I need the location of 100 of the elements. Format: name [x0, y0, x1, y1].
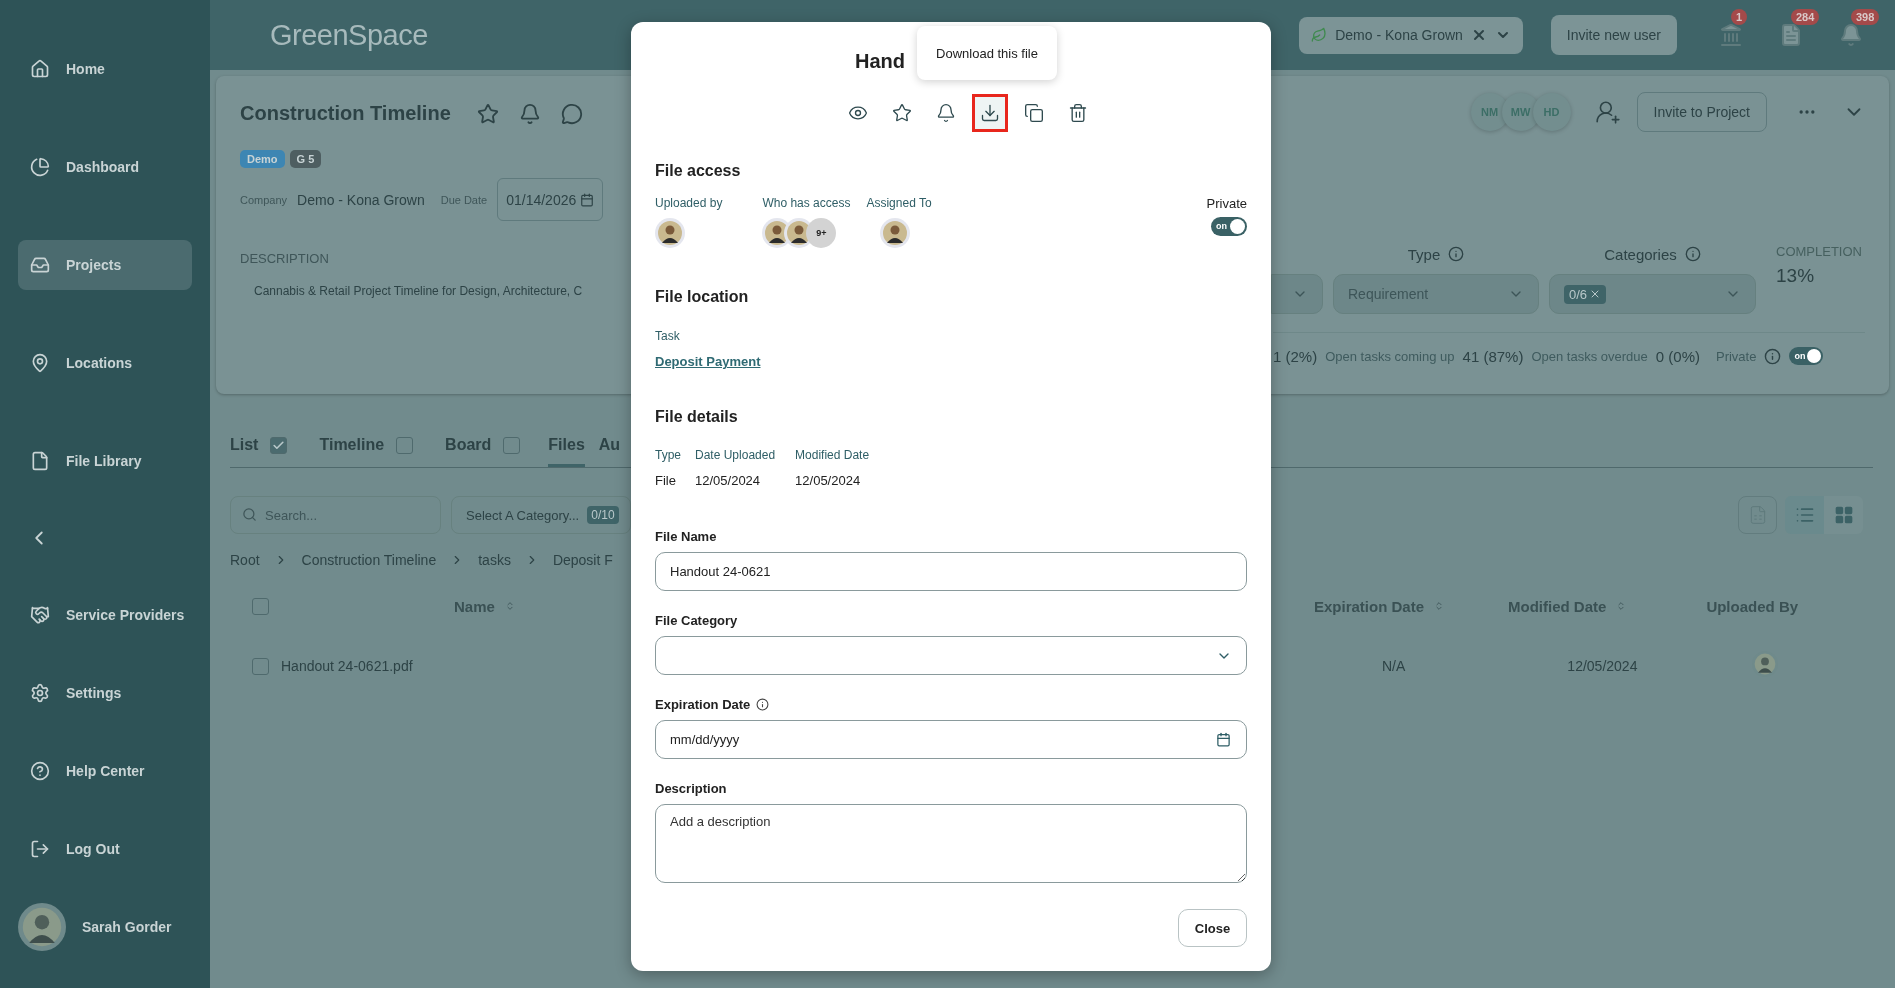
- stat-label: Open tasks coming up: [1325, 348, 1455, 364]
- download-button[interactable]: [972, 94, 1008, 132]
- home-icon: [30, 59, 50, 79]
- breadcrumb-link[interactable]: Construction Timeline: [301, 552, 437, 568]
- tag: Demo: [240, 150, 285, 168]
- task-link[interactable]: Deposit Payment: [655, 354, 761, 369]
- tooltip: Download this file: [917, 26, 1057, 80]
- sidebar-item[interactable]: Dashboard: [18, 142, 192, 192]
- toggle-switch[interactable]: on: [1789, 347, 1824, 365]
- avatar-icon: [18, 903, 66, 951]
- document-icon[interactable]: [1779, 23, 1803, 47]
- toggle-switch[interactable]: on: [1211, 217, 1247, 236]
- avatar-icon: [880, 218, 911, 248]
- completion-value: 13%: [1776, 265, 1816, 287]
- bell-icon[interactable]: [518, 102, 541, 125]
- sidebar-item[interactable]: File Library: [18, 436, 192, 486]
- file-icon: [30, 451, 50, 471]
- breadcrumb-link[interactable]: tasks: [478, 552, 511, 568]
- trash-icon: [1068, 103, 1088, 123]
- checkbox[interactable]: [252, 657, 269, 675]
- add-user-icon[interactable]: [1594, 99, 1621, 125]
- field-value: 12/05/2024: [695, 473, 762, 488]
- column-header[interactable]: Expiration Date: [1314, 597, 1425, 615]
- tab[interactable]: Files: [548, 436, 585, 467]
- breadcrumb-link[interactable]: Root: [230, 552, 260, 568]
- bank-icon[interactable]: [1719, 23, 1743, 47]
- comment-icon[interactable]: [560, 102, 583, 125]
- field-label: Description: [655, 781, 728, 796]
- tab[interactable]: Board: [445, 436, 521, 467]
- column-header: Uploaded By: [1706, 597, 1799, 615]
- sidebar-item[interactable]: Log Out: [18, 824, 192, 874]
- field-label: Task: [655, 329, 681, 343]
- sidebar-item[interactable]: Settings: [18, 668, 192, 718]
- field-label: Company: [240, 193, 288, 206]
- help-icon: [30, 761, 50, 781]
- sidebar-item[interactable]: Home: [18, 44, 192, 94]
- field-label: File Name: [655, 529, 718, 544]
- invite-project-button[interactable]: Invite to Project: [1636, 92, 1767, 132]
- checkbox[interactable]: [503, 436, 521, 454]
- field-label: File Category: [655, 613, 739, 628]
- star-icon[interactable]: [476, 102, 499, 125]
- field-label: Type: [655, 448, 681, 462]
- date-field[interactable]: 01/14/2026: [497, 178, 604, 221]
- count-badge: 284: [1791, 9, 1820, 25]
- project-title: Construction Timeline: [240, 102, 451, 125]
- more-count[interactable]: 9+: [806, 218, 837, 248]
- calendar-icon: [580, 192, 595, 207]
- map-pin-icon: [30, 353, 50, 373]
- table-cell: 12/05/2024: [1567, 658, 1638, 674]
- sidebar-item[interactable]: Service Providers: [18, 590, 192, 640]
- user-name[interactable]: Sarah Gorder: [82, 919, 172, 935]
- sidebar-item[interactable]: Help Center: [18, 746, 192, 796]
- bell-icon[interactable]: [1839, 23, 1863, 47]
- file-name[interactable]: Handout 24-0621.pdf: [281, 658, 413, 674]
- categories-select[interactable]: 0/6: [1549, 274, 1756, 314]
- count-badge: 398: [1851, 9, 1880, 25]
- input-field[interactable]: Handout 24-0621: [655, 552, 1247, 591]
- toggle-label: on: [1216, 222, 1227, 231]
- stat-value: 0 (0%): [1655, 347, 1700, 365]
- field-value: 12/05/2024: [795, 473, 862, 488]
- section-label: DESCRIPTION: [240, 251, 330, 266]
- sidebar-item[interactable]: Projects: [18, 240, 192, 290]
- checkbox[interactable]: [396, 436, 414, 454]
- company-select[interactable]: Demo - Kona Grown: [1299, 16, 1523, 54]
- table-cell: N/A: [1382, 658, 1406, 674]
- close-button[interactable]: Close: [1178, 909, 1247, 947]
- column-header[interactable]: Modified Date: [1508, 597, 1607, 615]
- copy-icon: [1024, 103, 1044, 123]
- info-icon[interactable]: [756, 698, 770, 711]
- leaf-icon: [1311, 27, 1328, 43]
- company-name: Demo - Kona Grown: [297, 191, 425, 208]
- section-heading: File location: [655, 288, 750, 306]
- calendar-icon[interactable]: [1216, 732, 1231, 747]
- invite-user-button[interactable]: Invite new user: [1550, 15, 1677, 55]
- breadcrumb-link[interactable]: Deposit F: [552, 552, 613, 568]
- text-area[interactable]: Add a description: [655, 804, 1247, 883]
- grid-view-button[interactable]: [1824, 496, 1863, 534]
- star-icon: [892, 103, 912, 123]
- description-text: Cannabis & Retail Project Timeline for Design, Architecture, C: [254, 284, 584, 298]
- tab[interactable]: List: [230, 436, 288, 467]
- date-field[interactable]: mm/dd/yyyy: [655, 720, 1247, 759]
- section-heading: File details: [655, 408, 739, 426]
- field-label: Assigned To: [866, 196, 932, 210]
- category-select[interactable]: Select A Category... 0/10: [451, 496, 631, 534]
- check-icon: [272, 438, 286, 452]
- avatar-icon: [655, 218, 685, 248]
- logo[interactable]: GreenSpace: [270, 18, 428, 52]
- field-label: Private: [1715, 348, 1757, 364]
- field-label: Who has access: [762, 196, 851, 210]
- sidebar-item[interactable]: Locations: [18, 338, 192, 388]
- section-heading: File access: [655, 162, 742, 180]
- tab[interactable]: Au: [598, 436, 621, 467]
- tab[interactable]: Timeline: [319, 436, 414, 467]
- select-field[interactable]: [1271, 274, 1323, 314]
- count-badge: 1: [1731, 9, 1748, 25]
- checkbox[interactable]: [252, 597, 269, 615]
- inbox-icon: [30, 255, 50, 275]
- column-header[interactable]: Name: [454, 597, 495, 615]
- checkbox[interactable]: [270, 436, 288, 454]
- select-field[interactable]: [655, 636, 1247, 675]
